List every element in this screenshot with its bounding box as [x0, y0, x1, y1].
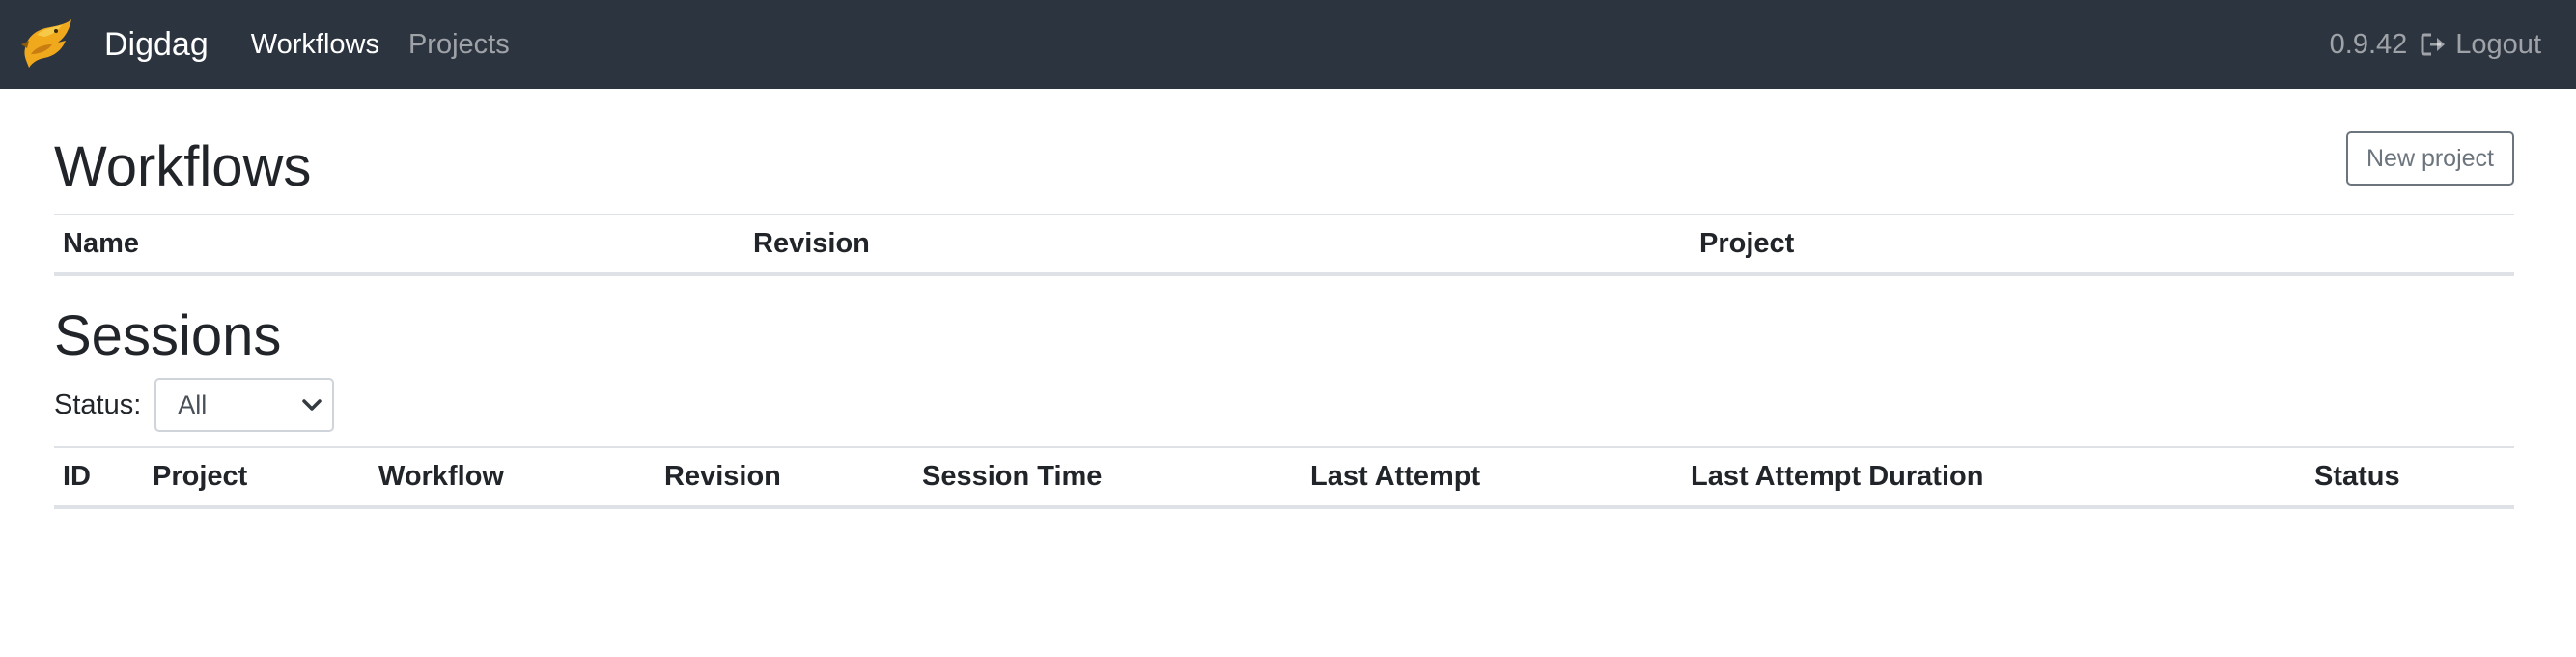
column-header-session-time[interactable]: Session Time [913, 446, 1302, 509]
workflows-table: Name Revision Project [54, 214, 2514, 276]
column-header-workflow[interactable]: Workflow [370, 446, 656, 509]
sessions-table-header: ID Project Workflow Revision Session Tim… [54, 446, 2514, 509]
status-filter-label: Status: [54, 388, 142, 420]
nav-links: Workflows Projects [251, 30, 539, 59]
nav-link-projects[interactable]: Projects [408, 30, 510, 59]
digdag-logo-icon [21, 19, 71, 68]
sessions-table: ID Project Workflow Revision Session Tim… [54, 446, 2514, 509]
column-header-last-attempt[interactable]: Last Attempt [1302, 446, 1682, 509]
version-label: 0.9.42 [2329, 28, 2408, 60]
column-header-name[interactable]: Name [54, 214, 744, 276]
status-filter: Status: All [54, 375, 2514, 435]
new-project-button[interactable]: New project [2346, 131, 2514, 186]
logout-label: Logout [2455, 28, 2541, 60]
main-content: Workflows New project Name Revision Proj… [54, 89, 2514, 509]
status-select-value: All [178, 389, 208, 419]
sign-out-icon [2421, 33, 2446, 56]
status-select[interactable]: All [154, 378, 335, 432]
nav-right: 0.9.42 Logout [2330, 29, 2541, 61]
column-header-project[interactable]: Project [1691, 214, 2514, 276]
chevron-down-icon [302, 399, 322, 411]
sessions-title: Sessions [54, 304, 282, 367]
workflows-table-header: Name Revision Project [54, 214, 2514, 276]
sessions-header: Sessions [54, 276, 2514, 375]
column-header-last-attempt-duration[interactable]: Last Attempt Duration [1682, 446, 2306, 509]
workflows-title: Workflows [54, 135, 312, 198]
column-header-revision[interactable]: Revision [744, 214, 1691, 276]
brand-link[interactable]: Digdag [17, 15, 209, 73]
nav-link-workflows[interactable]: Workflows [251, 30, 379, 59]
column-header-id[interactable]: ID [54, 446, 144, 509]
workflows-header: Workflows New project [54, 89, 2514, 214]
logout-link[interactable]: Logout [2421, 29, 2541, 61]
column-header-status[interactable]: Status [2306, 446, 2514, 509]
brand-name: Digdag [104, 26, 209, 63]
column-header-project[interactable]: Project [144, 446, 370, 509]
column-header-revision[interactable]: Revision [656, 446, 913, 509]
top-navbar: Digdag Workflows Projects 0.9.42 Logout [0, 0, 2576, 89]
